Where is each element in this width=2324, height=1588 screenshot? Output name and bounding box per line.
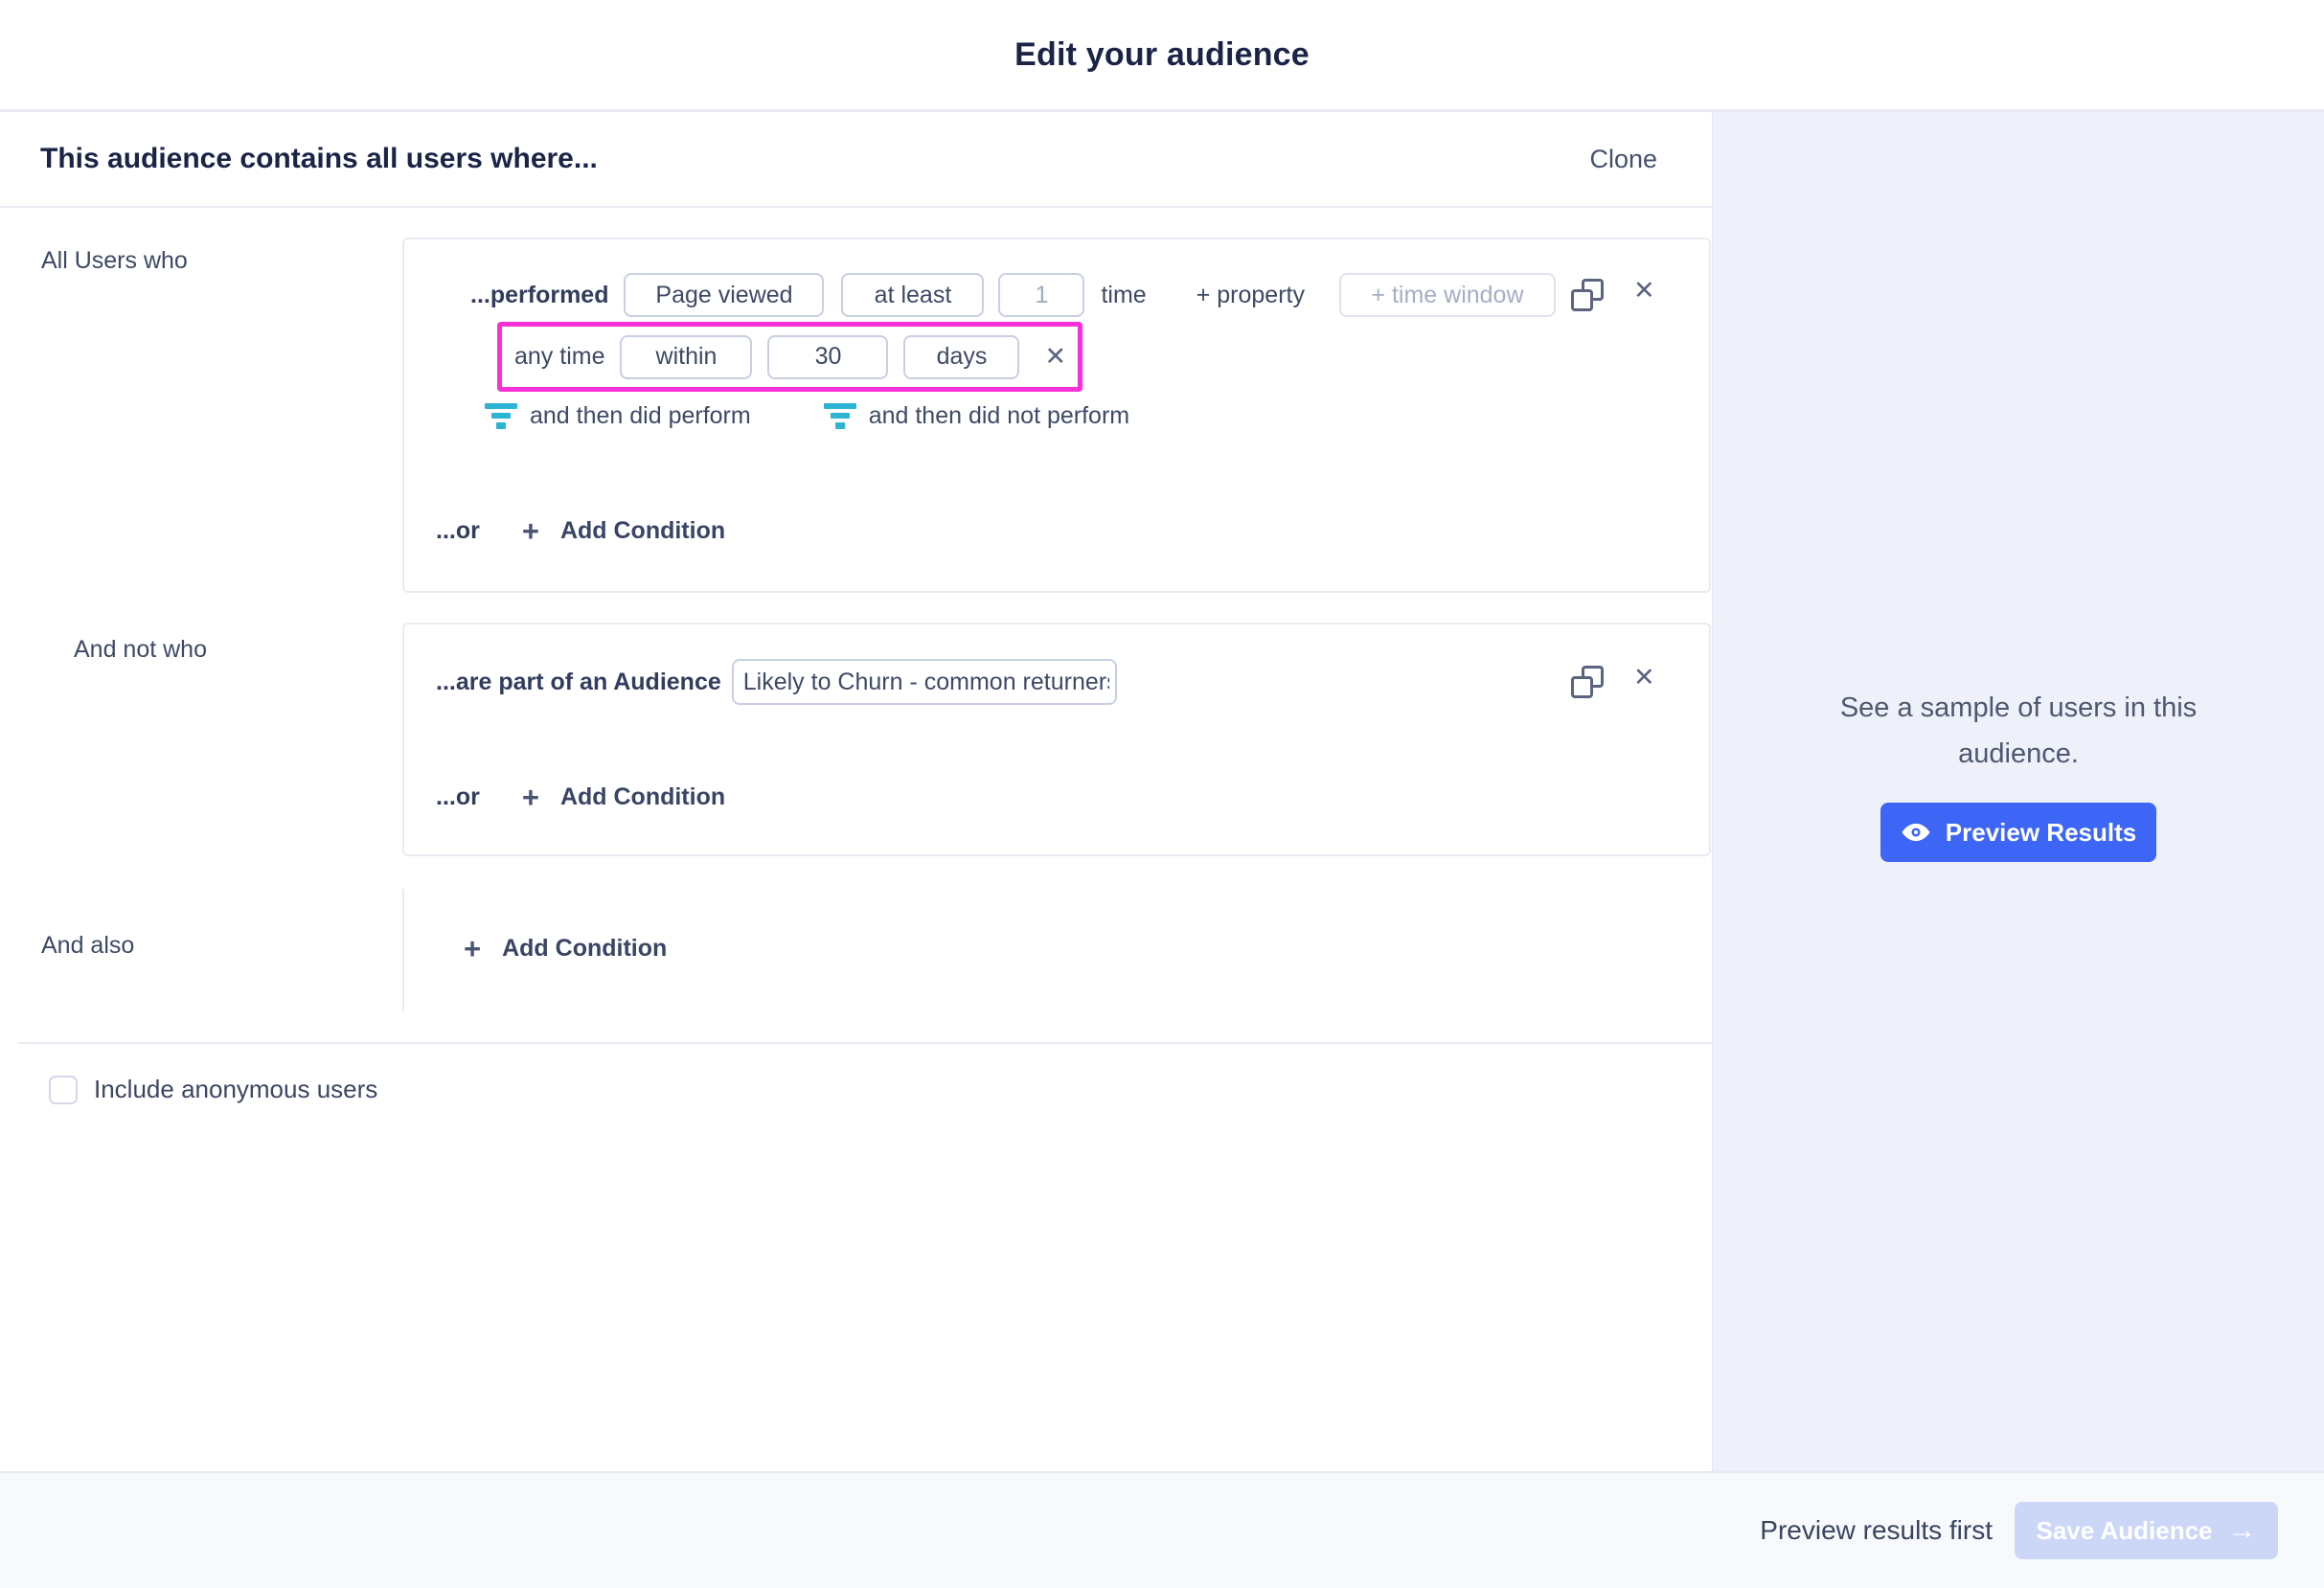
plus-icon: +: [522, 516, 539, 546]
edit-audience-screen: Edit your audience This audience contain…: [0, 0, 2324, 1588]
operator-select[interactable]: at least: [841, 273, 984, 317]
include-anonymous-label: Include anonymous users: [94, 1075, 377, 1104]
and-also-divider: [402, 889, 404, 1011]
condition-card-performed: ...performed Page viewed at least time +…: [402, 238, 1711, 593]
time-window-filter-highlight: any time within days ✕: [497, 322, 1082, 392]
copy-icon-front: [1571, 676, 1593, 698]
part-of-audience-label: ...are part of an Audience: [436, 669, 721, 696]
audience-select-input[interactable]: [732, 659, 1117, 705]
then-did-not-perform-label: and then did not perform: [869, 402, 1129, 430]
and-also-add-condition-button[interactable]: + Add Condition: [422, 934, 667, 964]
preview-results-label: Preview Results: [1946, 818, 2136, 848]
builder-header: This audience contains all users where..…: [0, 112, 1712, 208]
condition-card-audience: ...are part of an Audience ✕ ...or + Add…: [402, 623, 1711, 856]
then-did-perform-button[interactable]: and then did perform: [485, 402, 751, 430]
count-input[interactable]: [998, 273, 1084, 317]
save-audience-button[interactable]: Save Audience →: [2015, 1502, 2278, 1559]
preview-first-hint: Preview results first: [1760, 1515, 1993, 1546]
preview-message-line2: audience.: [1958, 738, 2079, 769]
any-time-label: any time: [514, 343, 604, 371]
builder-heading: This audience contains all users where..…: [40, 143, 598, 175]
remove-time-window-icon[interactable]: ✕: [1044, 344, 1066, 370]
performed-condition-row: ...performed Page viewed at least time +…: [470, 273, 1556, 317]
duplicate-condition-icon[interactable]: [1571, 666, 1604, 698]
time-unit-select[interactable]: days: [903, 335, 1019, 379]
label-and-not-who: And not who: [74, 636, 207, 664]
or-add-condition-row: ...or + Add Condition: [436, 514, 725, 547]
duplicate-condition-icon[interactable]: [1571, 279, 1604, 311]
remove-condition-icon[interactable]: ✕: [1633, 665, 1655, 691]
clone-button[interactable]: Clone: [1589, 145, 1657, 174]
sequence-links-row: and then did perform and then did not pe…: [485, 400, 1129, 431]
label-and-also: And also: [41, 932, 134, 960]
or-add-condition-row: ...or + Add Condition: [436, 781, 725, 813]
within-select[interactable]: within: [620, 335, 752, 379]
time-label: time: [1101, 282, 1146, 309]
preview-results-button[interactable]: Preview Results: [1880, 803, 2156, 862]
or-label: ...or: [436, 783, 480, 811]
include-anonymous-checkbox[interactable]: [49, 1076, 78, 1104]
arrow-right-icon: →: [2228, 1516, 2257, 1545]
footer-bar: Preview results first Save Audience →: [0, 1471, 2324, 1588]
add-condition-button[interactable]: + Add Condition: [522, 783, 725, 812]
event-select[interactable]: Page viewed: [624, 273, 824, 317]
add-property-button[interactable]: + property: [1196, 282, 1305, 309]
preview-message: See a sample of users in this audience.: [1713, 685, 2324, 777]
plus-icon: +: [464, 934, 481, 964]
funnel-icon: [824, 403, 856, 429]
remove-condition-icon[interactable]: ✕: [1633, 278, 1655, 304]
audience-builder: This audience contains all users where..…: [0, 112, 1712, 1471]
plus-icon: +: [522, 783, 539, 812]
add-condition-label: Add Condition: [502, 935, 667, 963]
add-condition-label: Add Condition: [560, 783, 725, 811]
add-condition-button[interactable]: + Add Condition: [522, 516, 725, 546]
save-audience-label: Save Audience: [2036, 1516, 2212, 1546]
include-anonymous-row: Include anonymous users: [49, 1075, 377, 1104]
copy-icon-front: [1571, 289, 1593, 311]
funnel-icon: [485, 403, 517, 429]
audience-condition-row: ...are part of an Audience: [436, 659, 1117, 705]
preview-panel: See a sample of users in this audience. …: [1712, 112, 2324, 1471]
page-title: Edit your audience: [1014, 36, 1310, 74]
preview-message-line1: See a sample of users in this: [1840, 692, 2197, 723]
then-did-not-perform-button[interactable]: and then did not perform: [824, 402, 1129, 430]
label-all-users-who: All Users who: [41, 247, 188, 275]
then-did-perform-label: and then did perform: [530, 402, 751, 430]
title-bar: Edit your audience: [0, 0, 2324, 112]
performed-label: ...performed: [470, 282, 608, 309]
add-condition-label: Add Condition: [560, 517, 725, 545]
time-window-value-input[interactable]: [767, 335, 888, 379]
section-divider: [17, 1042, 1712, 1044]
add-time-window-button[interactable]: + time window: [1339, 273, 1556, 317]
or-label: ...or: [436, 517, 480, 545]
eye-icon: [1901, 817, 1931, 848]
